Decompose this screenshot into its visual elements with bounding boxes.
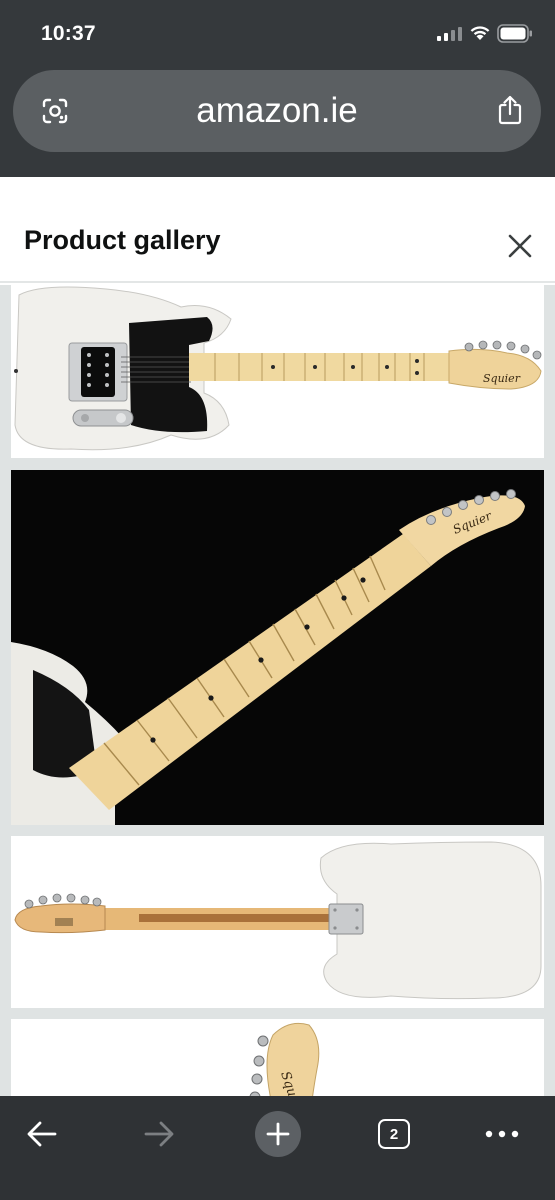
- web-page: Product gallery Squier Squier Squier: [0, 177, 555, 1096]
- gallery-image-neck-closeup[interactable]: Squier: [11, 470, 544, 825]
- cellular-signal-icon: [437, 27, 462, 41]
- tab-switcher-button[interactable]: 2: [364, 1106, 424, 1162]
- gallery-header: Product gallery: [0, 177, 555, 283]
- url-text[interactable]: amazon.ie: [13, 91, 541, 131]
- browser-bottom-toolbar: 2: [0, 1096, 555, 1200]
- page-title: Product gallery: [24, 225, 221, 255]
- back-arrow-icon: [27, 1121, 57, 1147]
- back-button[interactable]: [12, 1106, 72, 1162]
- share-icon[interactable]: [497, 95, 523, 125]
- status-bar: 10:37: [0, 0, 555, 62]
- gallery-image-guitar-front[interactable]: Squier: [11, 285, 544, 458]
- battery-icon: [497, 24, 532, 43]
- close-icon[interactable]: [505, 231, 535, 261]
- product-gallery: Squier Squier Squier: [0, 285, 555, 1096]
- more-menu-button[interactable]: [472, 1106, 532, 1162]
- status-time: 10:37: [41, 22, 96, 45]
- forward-button[interactable]: [129, 1106, 189, 1162]
- wifi-icon: [470, 26, 490, 40]
- new-tab-button[interactable]: [248, 1106, 308, 1162]
- gallery-image-headstock[interactable]: Squier: [11, 1019, 544, 1096]
- new-tab-circle: [255, 1111, 301, 1157]
- plus-icon: [266, 1122, 290, 1146]
- tab-count-badge: 2: [378, 1119, 410, 1149]
- browser-top-chrome: 10:37 amazon.ie: [0, 0, 555, 177]
- gallery-image-guitar-back[interactable]: [11, 836, 544, 1008]
- more-icon: [485, 1130, 519, 1138]
- address-bar[interactable]: amazon.ie: [13, 70, 541, 152]
- forward-arrow-icon: [144, 1121, 174, 1147]
- headstock-logo-text: Squier: [483, 372, 521, 385]
